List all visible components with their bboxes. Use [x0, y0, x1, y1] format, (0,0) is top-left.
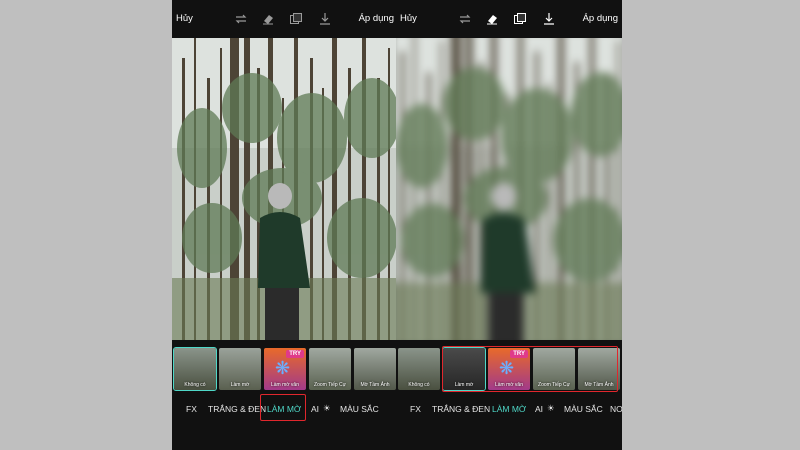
top-toolbar: Hủy Áp dụng [172, 0, 398, 38]
tab-color[interactable]: MÀU SẮC [340, 404, 379, 414]
tab-color[interactable]: MÀU SẮC [564, 404, 603, 414]
compare-icon[interactable] [513, 12, 527, 26]
try-badge: TRY [286, 350, 304, 358]
cancel-button[interactable]: Hủy [400, 13, 417, 24]
tab-more[interactable]: NO [610, 404, 622, 414]
tab-ai[interactable]: AI [311, 404, 319, 414]
compare-icon[interactable] [289, 12, 303, 26]
tab-blur[interactable]: LÀM MỜ [492, 404, 526, 414]
effect-thumbnail-strip: Không có Làm mờ ❋ TRY Làm mờ vân Zoom Ti… [172, 345, 398, 393]
eraser-icon[interactable] [485, 12, 499, 26]
repeat-icon[interactable] [234, 12, 248, 26]
tab-fx[interactable]: FX [410, 404, 421, 414]
phone-screen-original: Hủy Áp dụng Không có Làm mờ ❋ TRY Làm mờ… [172, 0, 398, 450]
sun-icon[interactable]: ☀ [323, 403, 331, 414]
effect-thumb-zoom[interactable]: Zoom Tiếp Cự [309, 348, 351, 390]
highlight-box-thumbnails [442, 346, 618, 392]
sun-icon[interactable]: ☀ [547, 403, 555, 414]
cancel-button[interactable]: Hủy [176, 13, 193, 24]
apply-button[interactable]: Áp dụng [583, 13, 618, 24]
eraser-icon[interactable] [261, 12, 275, 26]
effect-thumb-pattern-blur[interactable]: ❋ TRY Làm mờ vân [264, 348, 306, 390]
bottom-bar [396, 428, 622, 450]
download-icon[interactable] [542, 12, 556, 26]
forest-photo-blurred [396, 38, 622, 340]
tab-ai[interactable]: AI [535, 404, 543, 414]
effect-thumb-blur[interactable]: Làm mờ [219, 348, 261, 390]
effect-thumb-depth[interactable]: Mờ Tầm Ảnh [354, 348, 396, 390]
phone-screen-blurred: Hủy Áp dụng Không có Làm mờ ❋ TRY Làm mờ… [396, 0, 622, 450]
tab-fx[interactable]: FX [186, 404, 197, 414]
download-icon[interactable] [318, 12, 332, 26]
effect-thumb-none[interactable]: Không có [173, 347, 217, 391]
top-toolbar: Hủy Áp dụng [396, 0, 622, 38]
apply-button[interactable]: Áp dụng [359, 13, 394, 24]
forest-photo [172, 38, 398, 340]
tab-black-white[interactable]: TRẮNG & ĐEN [432, 404, 490, 414]
repeat-icon[interactable] [458, 12, 472, 26]
tab-black-white[interactable]: TRẮNG & ĐEN [208, 404, 266, 414]
butterfly-icon: ❋ [275, 358, 291, 378]
effect-thumb-none[interactable]: Không có [398, 348, 440, 390]
highlight-box-blur-tab [260, 394, 306, 421]
category-tabs: FX TRẮNG & ĐEN LÀM MỜ AI ☀ MÀU SẮC NO [396, 398, 622, 422]
bottom-bar [172, 428, 398, 450]
